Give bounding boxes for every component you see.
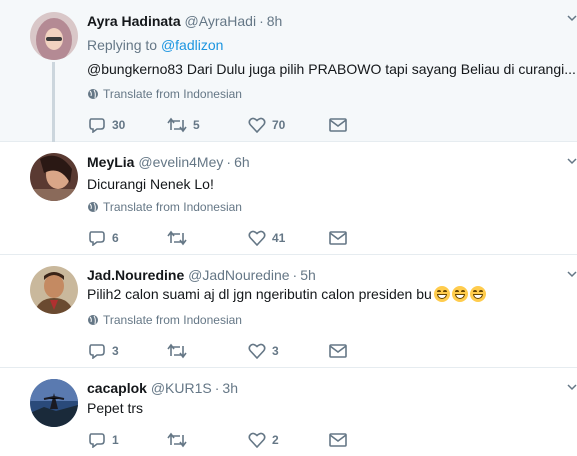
reply-icon <box>89 118 105 133</box>
retweet-icon <box>167 343 187 359</box>
display-name[interactable]: Jad.Nouredine <box>87 267 184 283</box>
tweet-text: Pepet trs <box>87 400 144 416</box>
translate-label: Translate from Indonesian <box>103 87 242 101</box>
envelope-icon <box>329 231 347 245</box>
retweet-count: 5 <box>193 118 200 132</box>
like-button[interactable]: 2 <box>248 430 279 450</box>
retweet-icon <box>167 230 187 246</box>
direct-message-button[interactable] <box>329 228 347 248</box>
direct-message-button[interactable] <box>329 115 347 135</box>
reply-button[interactable]: 3 <box>88 341 119 361</box>
globe-icon <box>88 202 98 212</box>
like-count: 3 <box>272 344 279 358</box>
avatar[interactable] <box>30 266 78 314</box>
like-count: 2 <box>272 433 279 447</box>
tweet-actions: 3 3 <box>88 341 348 361</box>
chevron-down-icon[interactable] <box>567 381 577 395</box>
reply-icon <box>89 433 105 448</box>
like-count: 41 <box>272 231 286 245</box>
tweet-item[interactable]: cacaplok @KUR1S · 3h Pepet trs 1 2 <box>0 368 577 456</box>
retweet-button[interactable] <box>167 341 193 361</box>
display-name[interactable]: cacaplok <box>87 380 147 396</box>
reply-button[interactable]: 30 <box>88 115 125 135</box>
avatar[interactable] <box>30 12 78 60</box>
reply-icon <box>89 231 105 246</box>
reply-count: 30 <box>112 118 126 132</box>
reply-button[interactable]: 1 <box>88 430 119 450</box>
tweet-header: Jad.Nouredine @JadNouredine · 5h <box>87 266 316 284</box>
globe-icon <box>88 89 98 99</box>
retweet-button[interactable] <box>167 430 193 450</box>
translate-link[interactable]: Translate from Indonesian <box>87 87 242 101</box>
tweet-item[interactable]: MeyLia @evelin4Mey · 6h Dicurangi Nenek Lo… <box>0 142 577 255</box>
heart-icon <box>248 432 266 448</box>
like-button[interactable]: 3 <box>248 341 279 361</box>
reply-button[interactable]: 6 <box>88 228 119 248</box>
retweet-button[interactable]: 5 <box>167 115 200 135</box>
separator-dot: · <box>292 267 298 283</box>
tweet-text-content: Pilih2 calon suami aj dl jgn ngeributin … <box>87 286 432 302</box>
reply-count: 6 <box>112 231 119 245</box>
chevron-down-icon[interactable] <box>567 155 577 169</box>
avatar[interactable] <box>30 153 78 201</box>
display-name[interactable]: Ayra Hadinata <box>87 13 181 29</box>
translate-link[interactable]: Translate from Indonesian <box>87 313 242 327</box>
grinning-emoji-icon <box>433 286 450 302</box>
tweet-header: cacaplok @KUR1S · 3h <box>87 379 238 397</box>
direct-message-button[interactable] <box>329 341 347 361</box>
translate-label: Translate from Indonesian <box>103 200 242 214</box>
chevron-down-icon[interactable] <box>567 12 577 26</box>
globe-icon <box>88 315 98 325</box>
translate-label: Translate from Indonesian <box>103 313 242 327</box>
timestamp[interactable]: 6h <box>234 154 250 170</box>
user-handle[interactable]: @evelin4Mey <box>138 154 223 170</box>
reply-count: 3 <box>112 344 119 358</box>
tweet-item[interactable]: Jad.Nouredine @JadNouredine · 5h Pilih2 ca… <box>0 255 577 368</box>
envelope-icon <box>329 118 347 132</box>
like-button[interactable]: 70 <box>248 115 285 135</box>
tweet-actions: 1 2 <box>88 430 348 450</box>
tweet-header: Ayra Hadinata @AyraHadi · 8h <box>87 12 282 30</box>
user-handle[interactable]: @AyraHadi <box>185 13 257 29</box>
retweet-icon <box>167 432 187 448</box>
separator-dot: · <box>214 380 220 396</box>
tweet-text: Pilih2 calon suami aj dl jgn ngeributin … <box>87 284 486 304</box>
heart-icon <box>248 343 266 359</box>
tweet-actions: 30 5 70 <box>88 115 348 135</box>
envelope-icon <box>329 433 347 447</box>
separator-dot: · <box>259 13 264 29</box>
heart-icon <box>248 230 266 246</box>
separator-dot: · <box>226 154 232 170</box>
tweet-item[interactable]: Ayra Hadinata @AyraHadi · 8h Replying to @… <box>0 0 577 142</box>
replying-mention-link[interactable]: @fadlizon <box>161 37 223 53</box>
replying-prefix: Replying to <box>87 37 158 53</box>
user-handle[interactable]: @KUR1S <box>151 380 212 396</box>
reply-count: 1 <box>112 433 119 447</box>
grinning-emoji-icon <box>469 286 486 302</box>
timestamp[interactable]: 3h <box>222 380 238 396</box>
chevron-down-icon[interactable] <box>567 268 577 282</box>
grinning-emoji-icon <box>451 286 468 302</box>
tweet-header: MeyLia @evelin4Mey · 6h <box>87 153 250 171</box>
tweet-text: @bungkerno83 Dari Dulu juga pilih PRABOW… <box>87 61 576 77</box>
display-name[interactable]: MeyLia <box>87 154 134 170</box>
thread-line <box>52 62 55 142</box>
timestamp[interactable]: 8h <box>267 13 283 29</box>
translate-link[interactable]: Translate from Indonesian <box>87 200 242 214</box>
retweet-icon <box>167 117 187 133</box>
tweet-text: Dicurangi Nenek Lo! <box>87 176 214 192</box>
tweet-actions: 6 41 <box>88 228 348 248</box>
heart-icon <box>248 117 266 133</box>
retweet-button[interactable] <box>167 228 193 248</box>
avatar[interactable] <box>30 379 78 427</box>
like-count: 70 <box>272 118 286 132</box>
direct-message-button[interactable] <box>329 430 347 450</box>
envelope-icon <box>329 344 347 358</box>
like-button[interactable]: 41 <box>248 228 285 248</box>
timestamp[interactable]: 5h <box>300 267 316 283</box>
replying-to: Replying to @fadlizon <box>87 36 223 54</box>
user-handle[interactable]: @JadNouredine <box>188 267 289 283</box>
reply-icon <box>89 344 105 359</box>
